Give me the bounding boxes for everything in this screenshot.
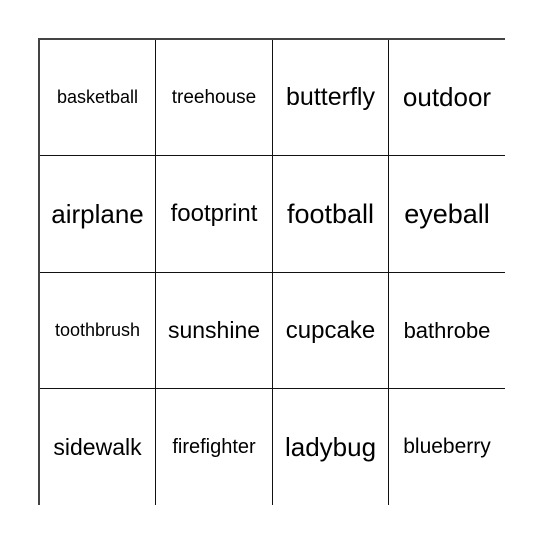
bingo-cell[interactable]: ladybug <box>273 389 389 505</box>
bingo-card: basketball treehouse butterfly outdoor a… <box>38 38 505 505</box>
cell-label: basketball <box>56 87 139 107</box>
bingo-cell[interactable]: blueberry <box>389 389 505 505</box>
cell-label: firefighter <box>172 435 256 458</box>
cell-label: ladybug <box>284 431 377 462</box>
bingo-cell[interactable]: toothbrush <box>40 273 156 389</box>
bingo-cell[interactable]: cupcake <box>273 273 389 389</box>
bingo-cell[interactable]: sunshine <box>156 273 273 389</box>
bingo-cell[interactable]: footprint <box>156 156 273 273</box>
cell-label: butterfly <box>286 83 375 111</box>
bingo-cell[interactable]: eyeball <box>389 156 505 273</box>
cell-label: sidewalk <box>53 433 142 460</box>
bingo-cell[interactable]: butterfly <box>273 40 389 156</box>
bingo-cell[interactable]: bathrobe <box>389 273 505 389</box>
cell-label: outdoor <box>402 82 492 112</box>
bingo-cell[interactable]: basketball <box>40 40 156 156</box>
cell-label: sunshine <box>167 317 261 343</box>
cell-label: football <box>286 198 375 229</box>
cell-label: bathrobe <box>403 317 491 343</box>
cell-label: footprint <box>170 200 258 227</box>
bingo-cell[interactable]: firefighter <box>156 389 273 505</box>
cell-label: airplane <box>51 198 144 229</box>
bingo-cell[interactable]: treehouse <box>156 40 273 156</box>
cell-label: treehouse <box>171 86 257 108</box>
cell-label: blueberry <box>403 435 491 458</box>
bingo-cell[interactable]: sidewalk <box>40 389 156 505</box>
cell-label: cupcake <box>285 316 376 344</box>
cell-label: eyeball <box>404 198 490 229</box>
bingo-cell[interactable]: airplane <box>40 156 156 273</box>
bingo-cell[interactable]: football <box>273 156 389 273</box>
bingo-cell[interactable]: outdoor <box>389 40 505 156</box>
cell-label: toothbrush <box>54 320 141 340</box>
